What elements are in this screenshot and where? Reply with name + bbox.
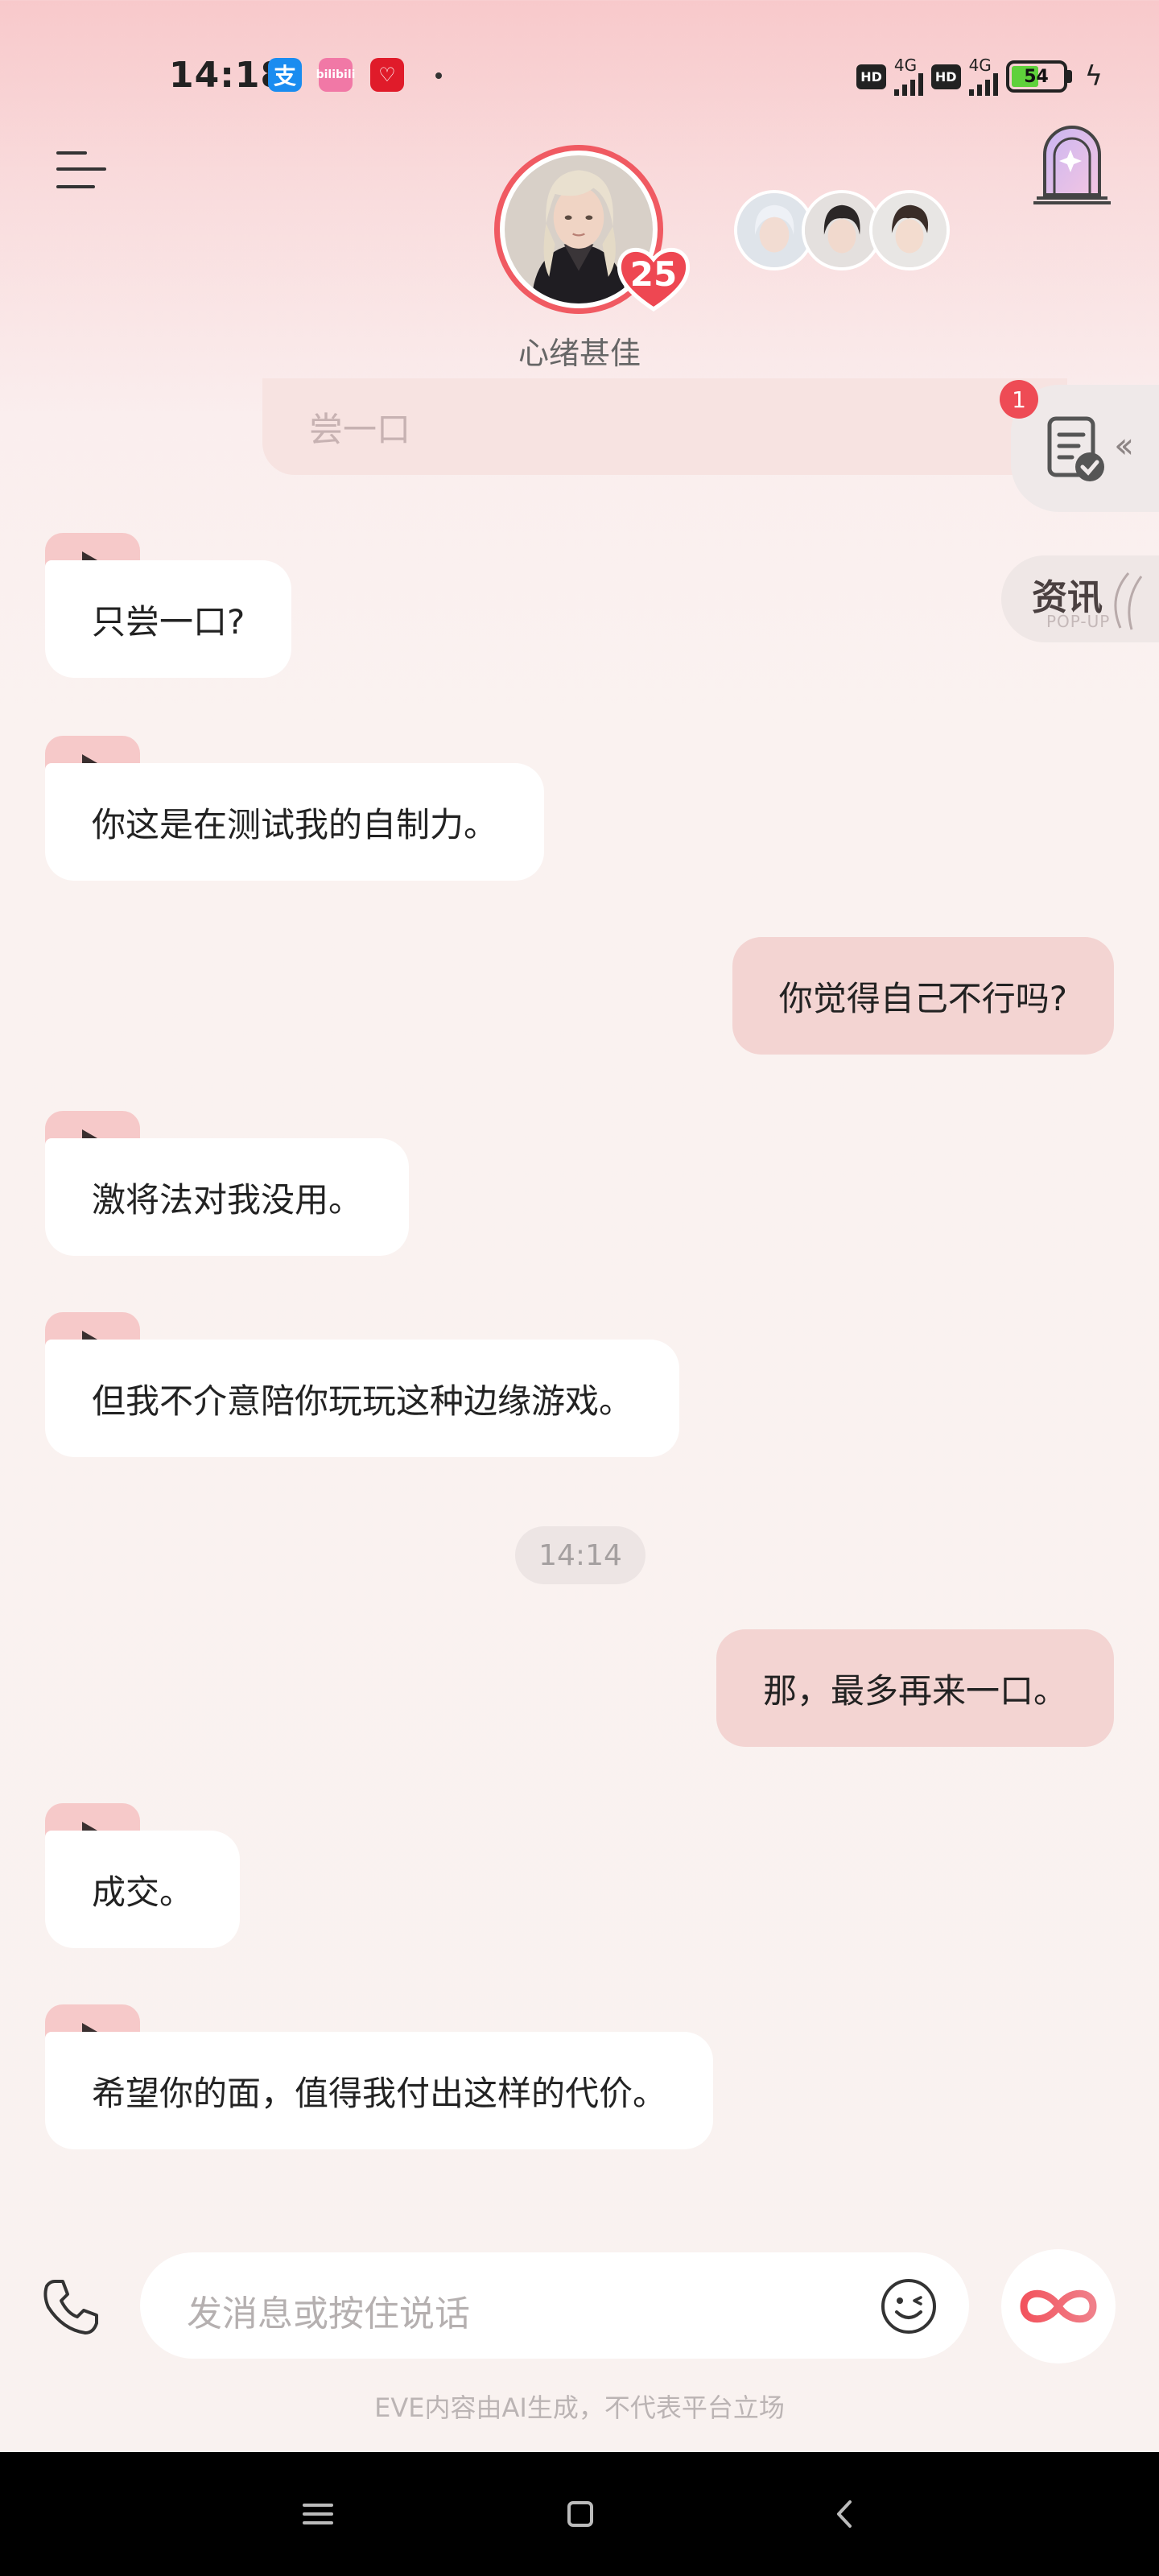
network-type-label: 4G	[893, 56, 918, 75]
outgoing-bubble[interactable]: 那，最多再来一口。	[716, 1629, 1114, 1747]
news-swirl-icon	[1114, 572, 1143, 630]
system-nav-bar	[0, 2452, 1159, 2576]
menu-icon[interactable]	[56, 150, 106, 190]
bilibili-icon: bilibili	[316, 58, 355, 92]
task-widget[interactable]: 1 ‹‹	[1000, 380, 1159, 512]
alipay-icon: 支	[268, 58, 302, 92]
network-type-label-2: 4G	[968, 56, 992, 75]
incoming-bubble[interactable]: 你这是在测试我的自制力。	[45, 763, 545, 881]
charging-icon: ϟ	[1084, 60, 1103, 93]
heart-app-icon: ♡	[370, 58, 404, 92]
message-text: 你这是在测试我的自制力。	[92, 804, 498, 844]
mini-avatar-3[interactable]	[869, 190, 950, 270]
message-text: 你觉得自己不行吗?	[778, 978, 1067, 1018]
message-text: 只尝一口?	[92, 601, 245, 642]
phone-call-icon[interactable]	[40, 2277, 101, 2338]
news-popup-button[interactable]: 资讯 POP-UP	[1001, 555, 1159, 642]
incoming-bubble[interactable]: 希望你的面，值得我付出这样的代价。	[45, 2032, 714, 2149]
collapse-arrow-icon[interactable]: ‹‹	[1114, 425, 1134, 466]
infinity-icon	[1020, 2289, 1097, 2323]
message-text: 但我不介意陪你玩玩这种边缘游戏。	[92, 1381, 633, 1421]
level-number: 25	[629, 254, 678, 294]
home-icon[interactable]	[552, 2486, 608, 2542]
partial-message-bubble: 尝一口	[262, 378, 1067, 475]
notification-dot-icon	[435, 72, 442, 79]
character-switcher[interactable]	[734, 190, 950, 275]
hd-badge-2: HD	[930, 64, 961, 89]
message-input[interactable]: 发消息或按住说话	[140, 2252, 969, 2359]
partial-message-text: 尝一口	[309, 409, 411, 449]
status-bar: 14:18 支 bilibili ♡ HD 4G HD 4G 54 ϟ	[0, 0, 1159, 153]
message-text: 希望你的面，值得我付出这样的代价。	[92, 2073, 667, 2113]
ai-disclaimer: EVE内容由AI生成，不代表平台立场	[374, 2392, 785, 2423]
message-text: 那，最多再来一口。	[762, 1670, 1067, 1711]
message-text: 成交。	[92, 1872, 194, 1912]
emoji-icon[interactable]	[879, 2277, 938, 2336]
incoming-bubble[interactable]: 但我不介意陪你玩玩这种边缘游戏。	[45, 1340, 680, 1457]
level-heart-badge: 25	[613, 237, 694, 317]
mood-status: 心绪甚佳	[518, 336, 641, 371]
battery-level: 54	[1024, 66, 1049, 87]
news-subtitle: POP-UP	[1046, 612, 1111, 631]
status-indicators: HD 4G HD 4G 54 ϟ	[856, 56, 1103, 97]
time-separator: 14:14	[515, 1526, 645, 1584]
task-list-icon	[1046, 414, 1107, 485]
hd-badge: HD	[856, 64, 886, 89]
message-input-placeholder: 发消息或按住说话	[187, 2293, 470, 2334]
outgoing-bubble[interactable]: 你觉得自己不行吗?	[732, 937, 1114, 1055]
task-count-badge: 1	[1000, 380, 1038, 419]
signal-icon-2: 4G	[968, 56, 998, 96]
signal-icon: 4G	[893, 56, 923, 96]
incoming-bubble[interactable]: 激将法对我没用。	[45, 1138, 410, 1256]
battery-icon: 54	[1005, 60, 1072, 93]
message-text: 激将法对我没用。	[92, 1179, 363, 1220]
incoming-bubble[interactable]: 成交。	[45, 1831, 241, 1948]
voice-mode-button[interactable]	[1001, 2249, 1116, 2363]
incoming-bubble[interactable]: 只尝一口?	[45, 560, 292, 678]
recent-apps-icon[interactable]	[290, 2486, 346, 2542]
back-icon[interactable]	[816, 2486, 872, 2542]
portal-door-icon[interactable]	[1030, 118, 1114, 204]
character-avatar[interactable]: 25	[494, 145, 691, 314]
